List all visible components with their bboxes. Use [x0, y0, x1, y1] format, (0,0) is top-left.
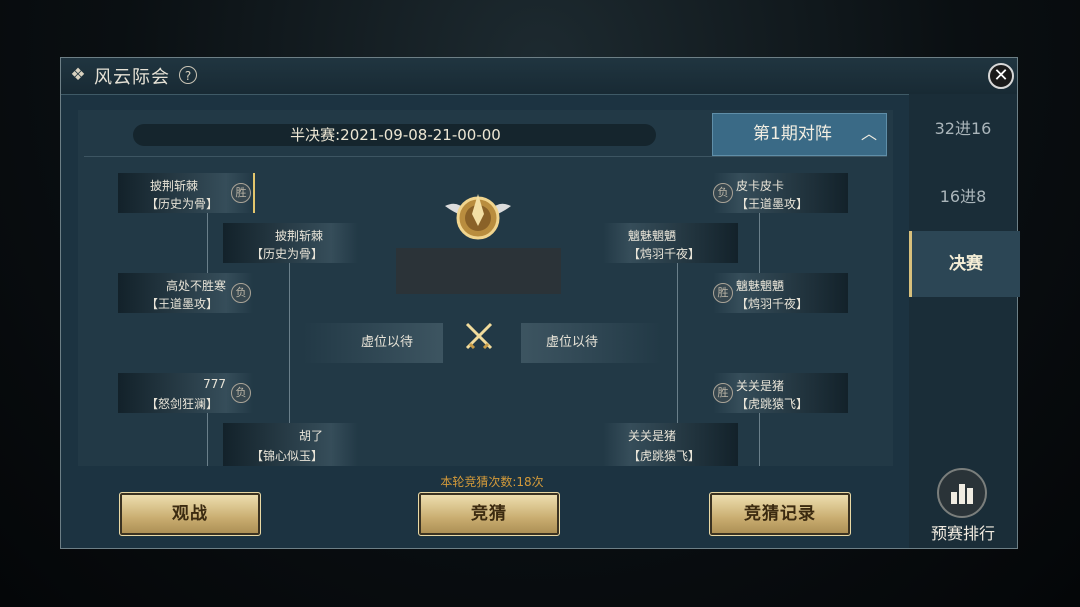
bracket-line: [759, 213, 760, 273]
bracket-player-left-r2-1[interactable]: 披荆斩棘 【历史为骨】: [223, 223, 358, 263]
bracket-line: [207, 413, 208, 466]
watch-button[interactable]: 观战: [119, 492, 261, 536]
player-guild: 【鸩羽千夜】: [628, 247, 701, 261]
bracket-line: [677, 263, 678, 423]
bracket-player-right-1[interactable]: 负 皮卡皮卡 【王道墨攻】: [713, 173, 848, 213]
final-slot-left[interactable]: 虚位以待: [303, 323, 443, 363]
bracket-line: [207, 213, 208, 273]
stage-title: 半决赛:2021-09-08-21-00-00: [290, 126, 501, 144]
bracket-player-right-2[interactable]: 胜 魑魅魍魉 【鸩羽千夜】: [713, 273, 848, 313]
player-guild: 【怒剑狂澜】: [145, 397, 218, 411]
lose-badge: 负: [713, 183, 733, 203]
chevron-up-icon: ︿: [860, 124, 877, 143]
bracket-player-left-3[interactable]: 777 【怒剑狂澜】 负: [118, 373, 253, 413]
bracket-player-right-r2-1[interactable]: 魑魅魍魉 【鸩羽千夜】: [603, 223, 738, 263]
player-guild: 【历史为骨】: [250, 247, 323, 261]
round-sidebar: 32进16 16进8 决赛 预赛排行: [909, 94, 1020, 548]
final-slot-right[interactable]: 虚位以待: [521, 323, 661, 363]
guess-count-info: 本轮竞猜次数:18次: [440, 475, 544, 489]
tab-32-to-16[interactable]: 32进16: [909, 96, 1017, 162]
crossed-swords-icon: [465, 322, 493, 350]
help-icon[interactable]: ?: [179, 66, 197, 84]
player-name: 高处不胜寒: [165, 279, 226, 293]
tab-final[interactable]: 决赛: [909, 231, 1020, 297]
player-name: 披荆斩棘: [274, 229, 323, 243]
player-name: 魑魅魍魉: [736, 279, 785, 293]
player-guild: 【王道墨攻】: [145, 297, 218, 311]
player-guild: 【历史为骨】: [145, 197, 218, 211]
win-badge: 胜: [231, 183, 251, 203]
player-guild: 【虎跳猿飞】: [628, 449, 701, 463]
bar-chart-icon: [951, 484, 973, 504]
title-bar: ❖ 风云际会 ? ✕: [61, 58, 1017, 95]
period-label: 第1期对阵: [753, 124, 832, 144]
bracket-area: 半决赛:2021-09-08-21-00-00 第1期对阵 ︿ 披荆斩棘 【历史…: [78, 110, 893, 466]
player-name: 777: [203, 377, 226, 391]
trophy-emblem-icon: [445, 194, 511, 240]
lose-badge: 负: [231, 383, 251, 403]
player-name: 披荆斩棘: [149, 179, 198, 193]
match-display-box: [396, 248, 561, 294]
player-guild: 【鸩羽千夜】: [736, 297, 809, 311]
guess-button[interactable]: 竞猜: [418, 492, 560, 536]
event-window: ❖ 风云际会 ? ✕ 半决赛:2021-09-08-21-00-00 第1期对阵…: [60, 57, 1020, 549]
bracket-line: [289, 263, 290, 423]
player-name: 关关是猪: [628, 429, 677, 443]
player-name: 胡了: [298, 429, 323, 443]
win-badge: 胜: [713, 383, 733, 403]
bracket-player-left-1[interactable]: 披荆斩棘 【历史为骨】 胜: [118, 173, 255, 213]
slot-label: 虚位以待: [361, 335, 414, 350]
watch-button-label: 观战: [172, 504, 208, 524]
guess-button-label: 竞猜: [471, 504, 507, 524]
win-badge: 胜: [713, 283, 733, 303]
player-name: 皮卡皮卡: [736, 179, 785, 193]
player-guild: 【虎跳猿飞】: [736, 397, 809, 411]
tab-16-to-8[interactable]: 16进8: [909, 164, 1017, 230]
player-name: 魑魅魍魉: [628, 229, 677, 243]
ranking-icon-button[interactable]: [937, 468, 987, 518]
divider: [84, 156, 887, 157]
window-title: 风云际会: [94, 67, 170, 88]
player-guild: 【王道墨攻】: [736, 197, 809, 211]
bracket-player-right-3[interactable]: 胜 关关是猪 【虎跳猿飞】: [713, 373, 848, 413]
player-name: 关关是猪: [736, 379, 785, 393]
player-guild: 【锦心似玉】: [250, 449, 323, 463]
lose-badge: 负: [231, 283, 251, 303]
guess-record-label: 竞猜记录: [744, 504, 816, 524]
slot-label: 虚位以待: [546, 335, 599, 350]
guess-record-button[interactable]: 竞猜记录: [709, 492, 851, 536]
period-select-button[interactable]: 第1期对阵 ︿: [712, 113, 887, 156]
close-button[interactable]: ✕: [988, 63, 1014, 89]
bracket-player-left-2[interactable]: 高处不胜寒 【王道墨攻】 负: [118, 273, 253, 313]
ranking-label[interactable]: 预赛排行: [909, 520, 1017, 544]
diamond-emblem-icon: ❖: [70, 65, 86, 85]
bracket-line: [759, 413, 760, 466]
bracket-player-left-r2-2[interactable]: 胡了 【锦心似玉】: [223, 423, 358, 466]
bracket-player-right-r2-2[interactable]: 关关是猪 【虎跳猿飞】: [603, 423, 738, 466]
